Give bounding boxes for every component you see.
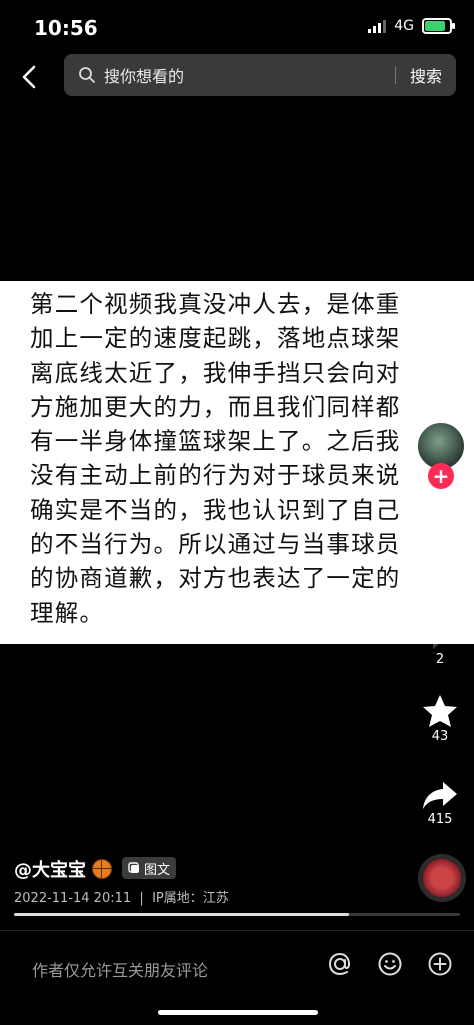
search-input[interactable]: 搜你想看的: [104, 63, 395, 87]
share-count: 415: [427, 812, 453, 827]
status-indicators: 4G: [368, 18, 455, 34]
music-disc[interactable]: [418, 854, 466, 902]
share-icon: [423, 782, 457, 809]
signal-icon: [368, 19, 387, 33]
comment-count: 2: [435, 652, 445, 667]
post-line: 没有主动上前的行为对于球员来说: [30, 461, 401, 490]
like-button[interactable]: 269: [410, 530, 470, 583]
post-line: 方施加更大的力，而且我们同样都: [30, 392, 401, 421]
badge-label: 图文: [144, 862, 171, 878]
ip-location: IP属地：江苏: [152, 891, 229, 906]
basketball-icon: [92, 859, 112, 879]
follow-button[interactable]: +: [428, 463, 454, 489]
post-line: 的不当行为。所以通过与当事球员: [30, 530, 401, 559]
author-name-row[interactable]: @大宝宝: [14, 856, 112, 882]
post-image[interactable]: 第二个视频我真没冲人去，是体重 加上一定的速度起跳，落地点球架 离底线太近了，我…: [0, 281, 474, 644]
share-button[interactable]: 415: [410, 778, 470, 827]
emoji-button[interactable]: [376, 950, 404, 978]
post-line: 有一半身体撞篮球架上了。之后我: [30, 427, 401, 456]
at-button[interactable]: [326, 950, 354, 978]
author-name[interactable]: @大宝宝: [14, 856, 86, 882]
post-line: 加上一定的速度起跳，落地点球架: [30, 324, 401, 353]
comment-icon: [425, 624, 455, 649]
post-type-badge: 图文: [122, 857, 177, 879]
add-button[interactable]: [426, 950, 454, 978]
star-icon: [423, 695, 457, 727]
post-line: 的协商道歉，对方也表达了一定的: [30, 564, 401, 593]
search-button[interactable]: 搜索: [396, 63, 456, 87]
emoji-icon: [378, 952, 402, 976]
post-date: 2022-11-14 20:11: [14, 891, 132, 906]
search-icon: [79, 67, 95, 83]
comment-button[interactable]: 2: [410, 620, 470, 667]
home-indicator: [158, 1010, 318, 1015]
back-arrow-icon[interactable]: [16, 63, 44, 91]
status-time: 10:56: [34, 16, 98, 40]
network-label: 4G: [394, 18, 414, 34]
heart-icon: [422, 531, 458, 565]
comment-tools: [326, 950, 454, 978]
add-icon: [428, 952, 452, 976]
search-bar[interactable]: 搜你想看的 搜索: [64, 54, 456, 96]
post-line: 确实是不当的，我也认识到了自己: [30, 495, 401, 524]
comment-input[interactable]: 作者仅允许互关朋友评论: [32, 957, 208, 981]
star-count: 43: [431, 729, 449, 744]
meta-separator: |: [135, 891, 148, 906]
plus-icon: +: [432, 464, 450, 488]
post-line: 离底线太近了，我伸手挡只会向对: [30, 358, 401, 387]
image-text-icon: [128, 862, 139, 873]
battery-icon: [422, 18, 455, 34]
progress-bar[interactable]: [14, 913, 460, 916]
like-count: 269: [427, 568, 453, 583]
divider: [0, 930, 474, 931]
post-text: 第二个视频我真没冲人去，是体重 加上一定的速度起跳，落地点球架 离底线太近了，我…: [30, 287, 450, 630]
progress-fill: [14, 913, 349, 916]
at-icon: [328, 952, 351, 976]
post-line: 理解。: [30, 598, 105, 627]
favorite-button[interactable]: 43: [410, 693, 470, 744]
post-line: 第二个视频我真没冲人去，是体重: [30, 290, 401, 318]
post-meta: 2022-11-14 20:11 | IP属地：江苏: [14, 887, 229, 906]
